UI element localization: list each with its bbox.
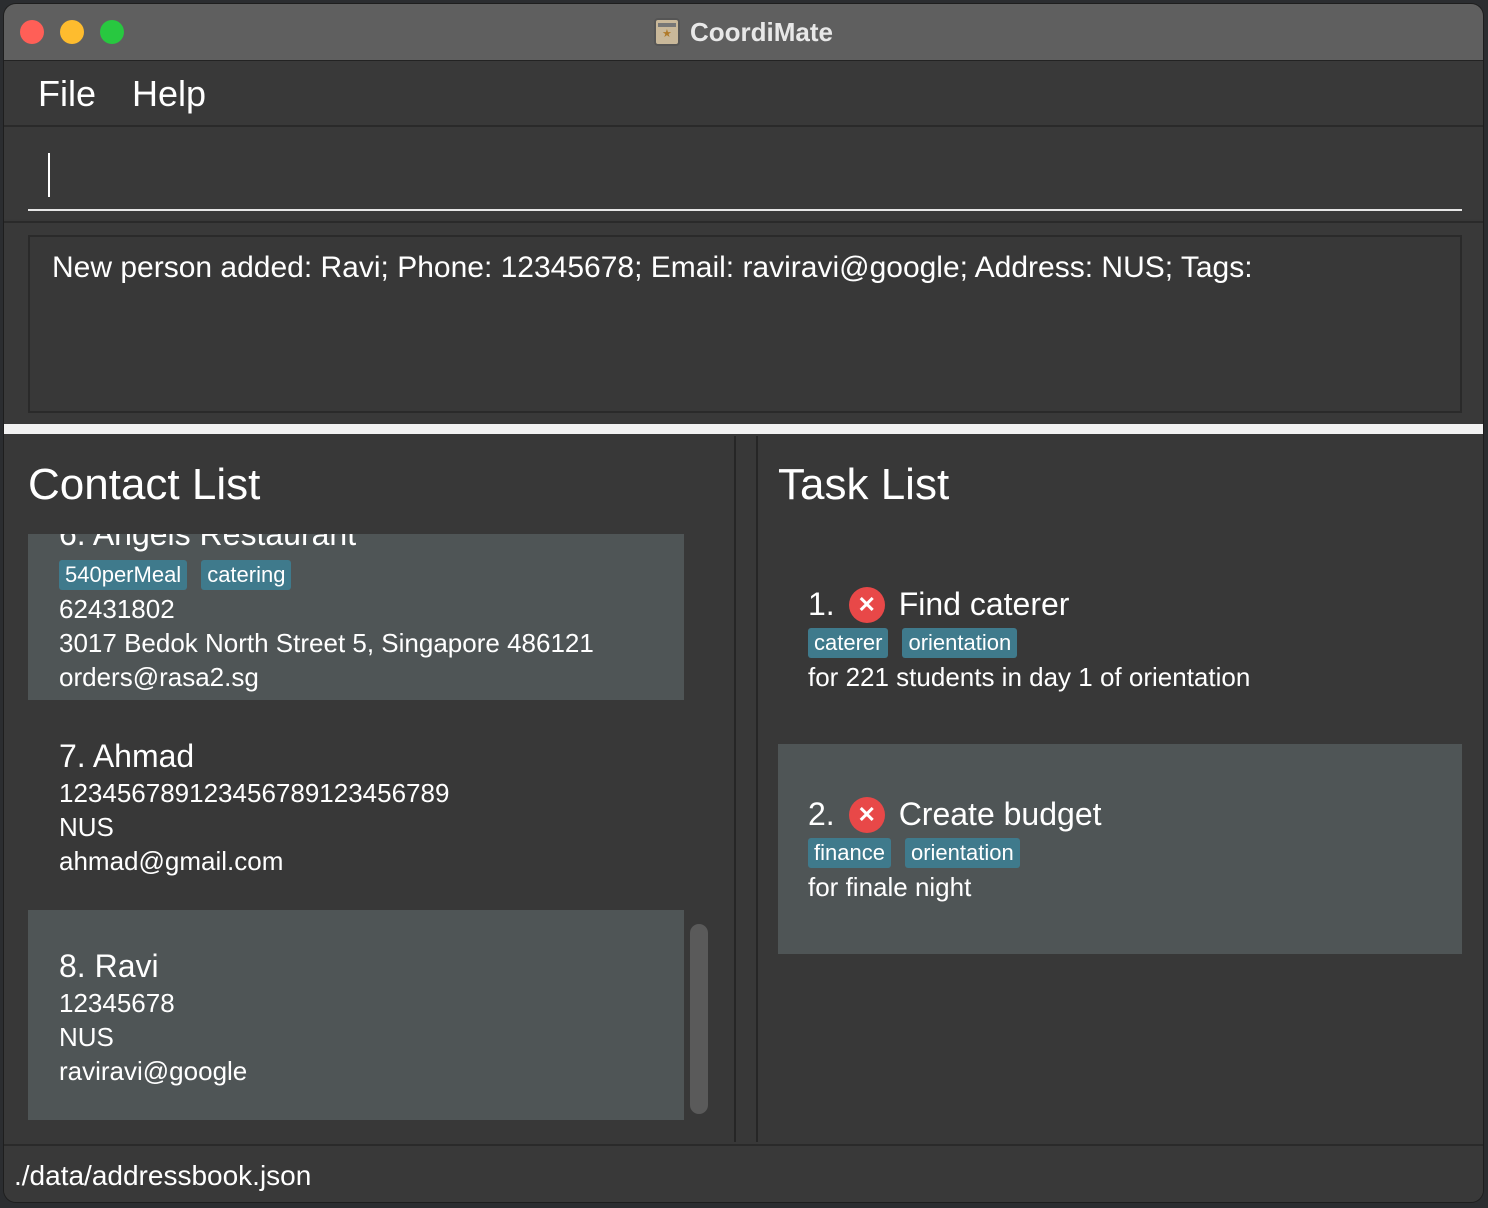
contact-list-title: Contact List: [28, 460, 261, 509]
contact-list-scrollbar[interactable]: [690, 924, 708, 1114]
contact-card[interactable]: 7. Ahmad 123456789123456789123456789 NUS…: [28, 700, 684, 910]
menu-file[interactable]: File: [38, 73, 96, 115]
contact-name: 8. Ravi: [59, 948, 159, 984]
contact-email: raviravi@google: [59, 1056, 248, 1086]
command-area: [4, 127, 1483, 219]
contact-address: 3017 Bedok North Street 5, Singapore 486…: [59, 628, 594, 658]
contact-email: orders@rasa2.sg: [59, 662, 259, 692]
menu-bar: File Help: [4, 61, 1483, 127]
contact-phone: 12345678: [59, 988, 175, 1018]
tag: orientation: [904, 838, 1020, 868]
result-message: New person added: Ravi; Phone: 12345678;…: [52, 251, 1253, 284]
tag: orientation: [902, 628, 1018, 658]
result-panel: New person added: Ravi; Phone: 12345678;…: [4, 221, 1483, 425]
contact-name: 7. Ahmad: [59, 738, 195, 774]
command-input[interactable]: [28, 127, 1462, 211]
task-description: for 221 students in day 1 of orientation: [808, 662, 1251, 692]
task-index: 2.: [808, 796, 835, 832]
task-tags: finance orientation: [808, 838, 1020, 868]
contact-card[interactable]: 8. Ravi 12345678 NUS raviravi@google: [28, 910, 684, 1120]
task-title: Create budget: [898, 796, 1102, 832]
app-window: CoordiMate File Help New person added: R…: [4, 4, 1483, 1202]
tag: caterer: [808, 628, 889, 658]
task-panel: Task List 1. ✕ Find caterer caterer orie…: [756, 436, 1483, 1142]
menu-help[interactable]: Help: [132, 73, 206, 115]
task-card[interactable]: 2. ✕ Create budget finance orientation f…: [778, 744, 1462, 954]
task-index: 1.: [808, 586, 835, 622]
task-header: 2. ✕ Create budget: [808, 796, 1102, 833]
contact-card[interactable]: 6. Angels Restaurant 540perMeal catering…: [28, 534, 684, 700]
tag: finance: [808, 838, 891, 868]
contact-email: ahmad@gmail.com: [59, 846, 284, 876]
result-display: New person added: Ravi; Phone: 12345678;…: [28, 235, 1462, 413]
x-icon: ✕: [848, 796, 885, 833]
contact-address: NUS: [59, 1022, 114, 1052]
task-tags: caterer orientation: [808, 628, 1018, 658]
tag: 540perMeal: [59, 560, 188, 590]
contact-list[interactable]: 6. Angels Restaurant 540perMeal catering…: [28, 534, 684, 1120]
app-calendar-icon: [654, 18, 680, 46]
contact-panel: Contact List 6. Angels Restaurant 540per…: [4, 436, 736, 1142]
task-description: for finale night: [808, 872, 972, 902]
contact-phone: 62431802: [59, 594, 175, 624]
task-title: Find caterer: [898, 586, 1070, 622]
status-bar: ./data/addressbook.json: [4, 1144, 1483, 1202]
task-header: 1. ✕ Find caterer: [808, 586, 1069, 623]
contact-tags: 540perMeal catering: [59, 560, 292, 590]
tag: catering: [201, 560, 292, 590]
task-list-title: Task List: [778, 460, 950, 509]
data-file-path: ./data/addressbook.json: [14, 1160, 312, 1191]
x-icon: ✕: [848, 586, 885, 623]
contact-name: 6. Angels Restaurant: [59, 534, 357, 552]
contact-phone: 123456789123456789123456789: [59, 778, 450, 808]
text-caret: [48, 153, 50, 197]
panel-splitter[interactable]: [4, 424, 1483, 434]
title-bar: CoordiMate: [4, 4, 1483, 61]
task-card[interactable]: 1. ✕ Find caterer caterer orientation fo…: [778, 534, 1462, 744]
window-title: CoordiMate: [690, 16, 833, 47]
contact-address: NUS: [59, 812, 114, 842]
